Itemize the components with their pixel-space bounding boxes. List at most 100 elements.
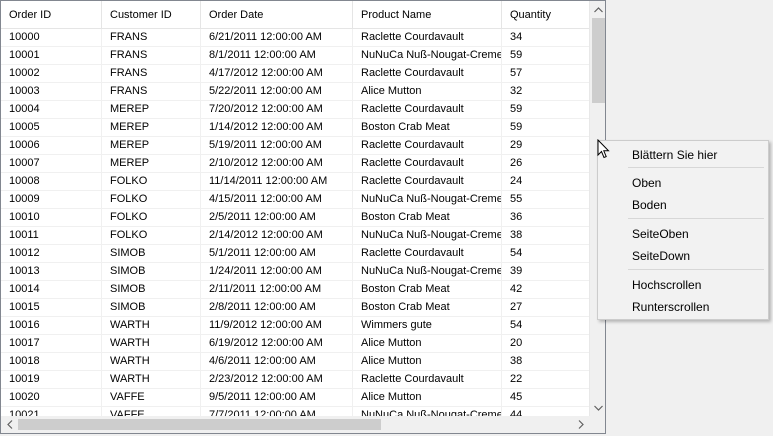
cell-customer-id[interactable]: FOLKO	[102, 209, 201, 226]
chevron-left-icon[interactable]	[1, 416, 18, 433]
cell-quantity[interactable]: 54	[502, 317, 590, 334]
table-row[interactable]: 10006 MEREP 5/19/2011 12:00:00 AM Raclette …	[1, 137, 590, 155]
cell-product-name[interactable]: NuNuCa Nuß-Nougat-Creme	[353, 263, 502, 280]
cell-quantity[interactable]: 27	[502, 299, 590, 316]
cell-order-date[interactable]: 5/22/2011 12:00:00 AM	[201, 83, 353, 100]
cell-order-id[interactable]: 10014	[1, 281, 102, 298]
cell-order-id[interactable]: 10010	[1, 209, 102, 226]
cell-order-date[interactable]: 1/14/2012 12:00:00 AM	[201, 119, 353, 136]
table-row[interactable]: 10002 FRANS 4/17/2012 12:00:00 AM Raclette …	[1, 65, 590, 83]
cell-order-id[interactable]: 10017	[1, 335, 102, 352]
cell-product-name[interactable]: Alice Mutton	[353, 353, 502, 370]
cell-product-name[interactable]: Boston Crab Meat	[353, 281, 502, 298]
cell-product-name[interactable]: NuNuCa Nuß-Nougat-Creme	[353, 227, 502, 244]
data-grid[interactable]: Order ID Customer ID Order Date Product …	[0, 0, 606, 434]
cell-order-id[interactable]: 10006	[1, 137, 102, 154]
cell-order-id[interactable]: 10020	[1, 389, 102, 406]
cell-order-date[interactable]: 2/5/2011 12:00:00 AM	[201, 209, 353, 226]
cell-product-name[interactable]: Boston Crab Meat	[353, 299, 502, 316]
cell-product-name[interactable]: Raclette Courdavault	[353, 65, 502, 82]
cell-customer-id[interactable]: SIMOB	[102, 281, 201, 298]
cell-customer-id[interactable]: FOLKO	[102, 173, 201, 190]
table-row[interactable]: 10010 FOLKO 2/5/2011 12:00:00 AM Boston Cra…	[1, 209, 590, 227]
cell-order-date[interactable]: 4/17/2012 12:00:00 AM	[201, 65, 353, 82]
table-row[interactable]: 10004 MEREP 7/20/2012 12:00:00 AM Raclette …	[1, 101, 590, 119]
cell-order-id[interactable]: 10005	[1, 119, 102, 136]
cell-product-name[interactable]: Boston Crab Meat	[353, 209, 502, 226]
cell-order-date[interactable]: 2/11/2011 12:00:00 AM	[201, 281, 353, 298]
cell-customer-id[interactable]: WARTH	[102, 335, 201, 352]
cell-customer-id[interactable]: FRANS	[102, 83, 201, 100]
cell-product-name[interactable]: Raclette Courdavault	[353, 137, 502, 154]
cell-product-name[interactable]: Raclette Courdavault	[353, 173, 502, 190]
cell-customer-id[interactable]: WARTH	[102, 371, 201, 388]
table-row[interactable]: 10000 FRANS 6/21/2011 12:00:00 AM Raclette …	[1, 29, 590, 47]
cell-customer-id[interactable]: FRANS	[102, 29, 201, 46]
cell-product-name[interactable]: Alice Mutton	[353, 389, 502, 406]
cell-product-name[interactable]: Raclette Courdavault	[353, 29, 502, 46]
table-row[interactable]: 10013 SIMOB 1/24/2011 12:00:00 AM NuNuCa Nu…	[1, 263, 590, 281]
menu-item-top[interactable]: Oben	[632, 176, 661, 190]
cell-order-id[interactable]: 10013	[1, 263, 102, 280]
cell-quantity[interactable]: 59	[502, 101, 590, 118]
table-row[interactable]: 10012 SIMOB 5/1/2011 12:00:00 AM Raclette C…	[1, 245, 590, 263]
horizontal-scroll-thumb[interactable]	[18, 419, 381, 430]
cell-customer-id[interactable]: SIMOB	[102, 263, 201, 280]
menu-item-bottom[interactable]: Boden	[632, 198, 667, 212]
cell-customer-id[interactable]: FOLKO	[102, 227, 201, 244]
cell-quantity[interactable]: 32	[502, 83, 590, 100]
cell-order-date[interactable]: 5/1/2011 12:00:00 AM	[201, 245, 353, 262]
cell-order-date[interactable]: 4/15/2011 12:00:00 AM	[201, 191, 353, 208]
cell-customer-id[interactable]: MEREP	[102, 101, 201, 118]
menu-item-page-down[interactable]: SeiteDown	[632, 249, 690, 263]
cell-quantity[interactable]: 24	[502, 173, 590, 190]
chevron-down-icon[interactable]	[590, 399, 605, 416]
cell-order-id[interactable]: 10015	[1, 299, 102, 316]
cell-quantity[interactable]: 45	[502, 389, 590, 406]
cell-customer-id[interactable]: MEREP	[102, 155, 201, 172]
cell-customer-id[interactable]: FRANS	[102, 65, 201, 82]
cell-order-date[interactable]: 2/10/2012 12:00:00 AM	[201, 155, 353, 172]
cell-quantity[interactable]: 34	[502, 29, 590, 46]
cell-quantity[interactable]: 38	[502, 353, 590, 370]
table-row[interactable]: 10014 SIMOB 2/11/2011 12:00:00 AM Boston Cr…	[1, 281, 590, 299]
cell-order-id[interactable]: 10000	[1, 29, 102, 46]
cell-customer-id[interactable]: FRANS	[102, 47, 201, 64]
cell-order-id[interactable]: 10016	[1, 317, 102, 334]
cell-customer-id[interactable]: SIMOB	[102, 245, 201, 262]
menu-item-scroll-down[interactable]: Runterscrollen	[632, 300, 709, 314]
cell-order-id[interactable]: 10012	[1, 245, 102, 262]
cell-product-name[interactable]: Raclette Courdavault	[353, 101, 502, 118]
cell-customer-id[interactable]: FOLKO	[102, 191, 201, 208]
cell-quantity[interactable]: 59	[502, 47, 590, 64]
table-row[interactable]: 10008 FOLKO 11/14/2011 12:00:00 AM Raclette…	[1, 173, 590, 191]
cell-quantity[interactable]: 54	[502, 245, 590, 262]
cell-quantity[interactable]: 42	[502, 281, 590, 298]
cell-quantity[interactable]: 55	[502, 191, 590, 208]
cell-customer-id[interactable]: SIMOB	[102, 299, 201, 316]
cell-product-name[interactable]: Raclette Courdavault	[353, 245, 502, 262]
cell-order-date[interactable]: 6/19/2012 12:00:00 AM	[201, 335, 353, 352]
column-header-customer-id[interactable]: Customer ID	[102, 1, 201, 28]
cell-product-name[interactable]: Wimmers gute	[353, 317, 502, 334]
cell-order-date[interactable]: 2/8/2011 12:00:00 AM	[201, 299, 353, 316]
cell-order-date[interactable]: 4/6/2011 12:00:00 AM	[201, 353, 353, 370]
table-row[interactable]: 10001 FRANS 8/1/2011 12:00:00 AM NuNuCa Nuß…	[1, 47, 590, 65]
cell-product-name[interactable]: Alice Mutton	[353, 335, 502, 352]
column-header-order-date[interactable]: Order Date	[201, 1, 353, 28]
cell-quantity[interactable]: 29	[502, 137, 590, 154]
cell-quantity[interactable]: 39	[502, 263, 590, 280]
table-row[interactable]: 10011 FOLKO 2/14/2012 12:00:00 AM NuNuCa Nu…	[1, 227, 590, 245]
cell-order-id[interactable]: 10007	[1, 155, 102, 172]
cell-customer-id[interactable]: WARTH	[102, 353, 201, 370]
cell-order-date[interactable]: 11/14/2011 12:00:00 AM	[201, 173, 353, 190]
cell-order-date[interactable]: 6/21/2011 12:00:00 AM	[201, 29, 353, 46]
column-header-order-id[interactable]: Order ID	[1, 1, 102, 28]
cell-order-date[interactable]: 9/5/2011 12:00:00 AM	[201, 389, 353, 406]
table-row[interactable]: 10003 FRANS 5/22/2011 12:00:00 AM Alice Mut…	[1, 83, 590, 101]
cell-order-id[interactable]: 10011	[1, 227, 102, 244]
menu-item-scroll-up[interactable]: Hochscrollen	[632, 278, 701, 292]
cell-order-id[interactable]: 10008	[1, 173, 102, 190]
cell-customer-id[interactable]: MEREP	[102, 137, 201, 154]
horizontal-scrollbar[interactable]	[1, 416, 589, 433]
